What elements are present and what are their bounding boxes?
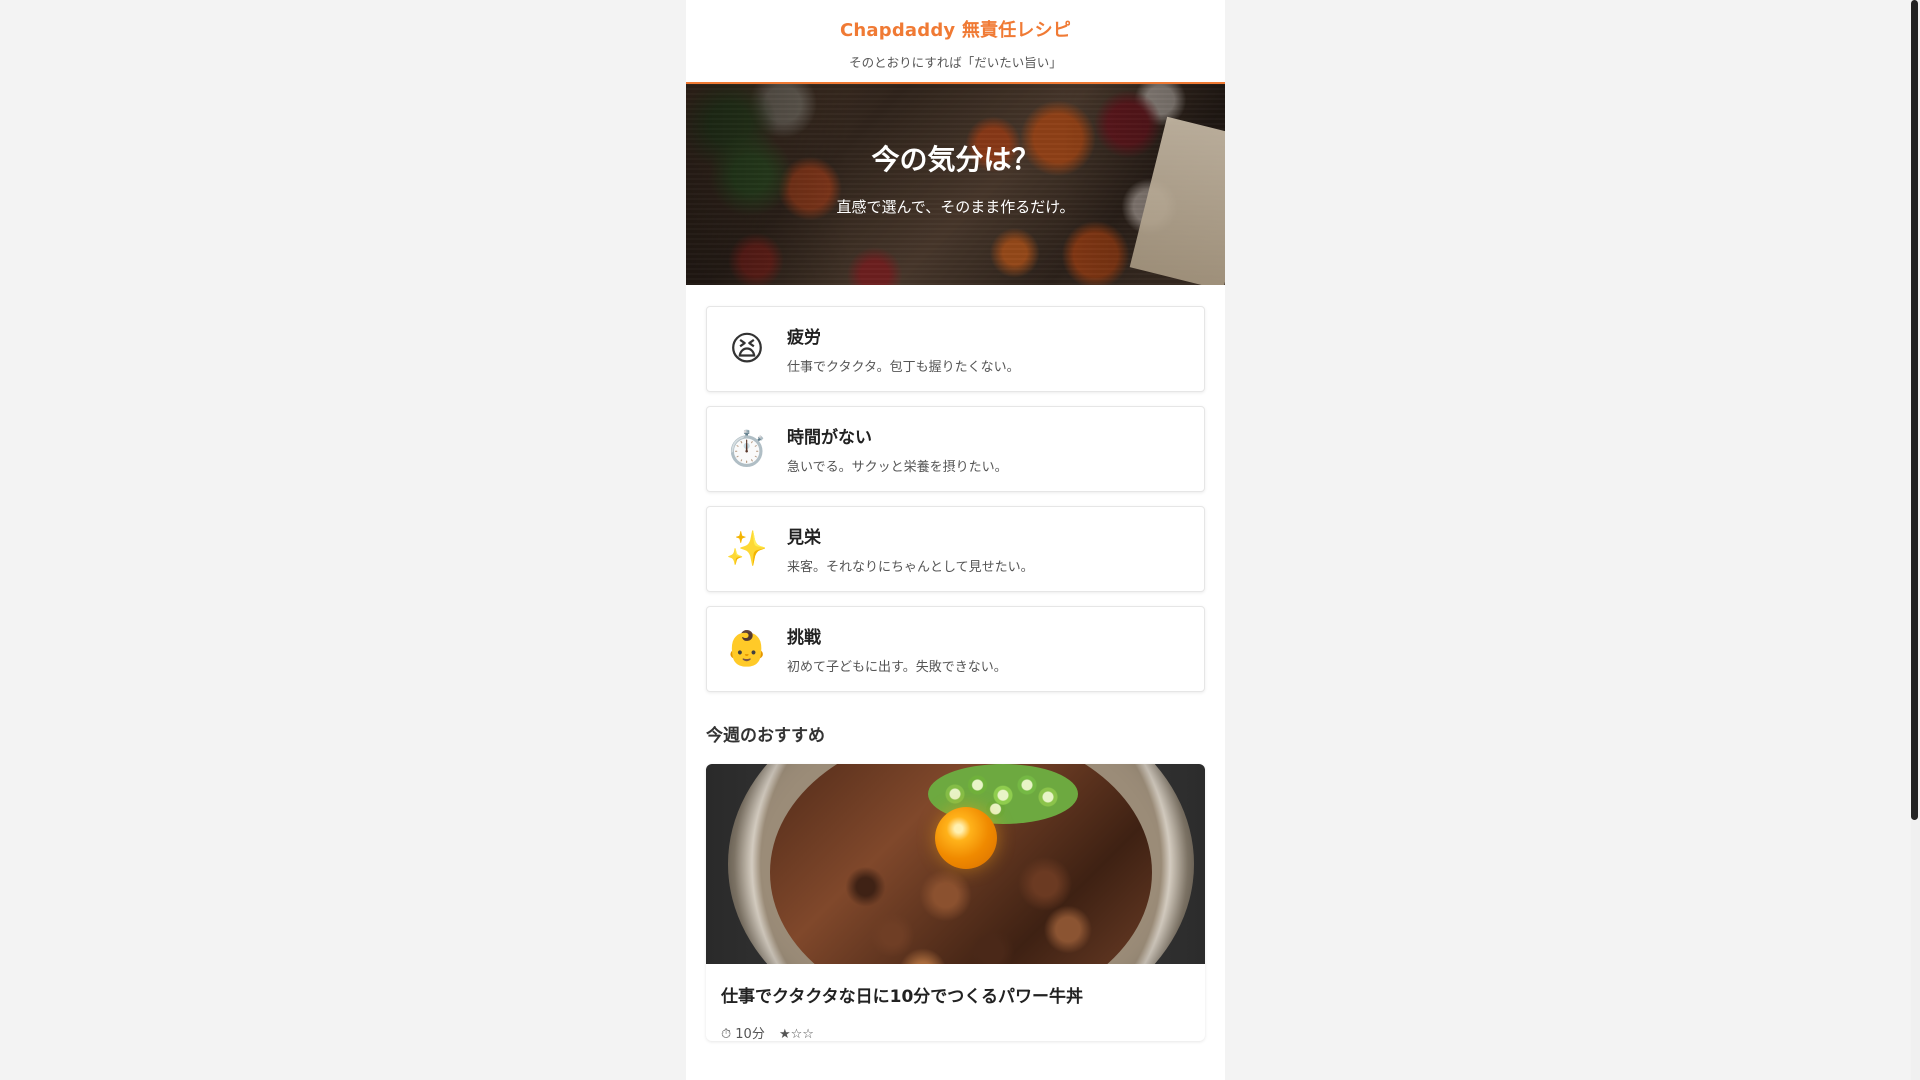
tired-face-icon: 😫 (729, 329, 765, 369)
mood-description: 初めて子どもに出す。失敗できない。 (787, 660, 1007, 675)
page-scrollbar[interactable] (1911, 0, 1920, 1080)
mood-card-show-off[interactable]: ✨ 見栄 来客。それなりにちゃんとして見せたい。 (706, 506, 1205, 592)
site-header: Chapdaddy 無責任レシピ そのとおりにすれば「だいたい旨い」 (686, 0, 1225, 84)
mood-title: 疲労 (787, 328, 821, 348)
scrollbar-thumb[interactable] (1911, 0, 1918, 820)
site-title[interactable]: Chapdaddy 無責任レシピ (686, 16, 1225, 42)
mood-title: 見栄 (787, 528, 821, 548)
hero-banner: 今の気分は？ 直感で選んで、そのまま作るだけ。 (686, 84, 1225, 285)
mood-card-challenge[interactable]: 👶 挑戦 初めて子どもに出す。失敗できない。 (706, 606, 1205, 692)
sparkles-icon: ✨ (725, 529, 769, 569)
mood-description: 仕事でクタクタ。包丁も握りたくない。 (787, 360, 1020, 375)
featured-recipe-card[interactable]: 仕事でクタクタな日に10分でつくるパワー牛丼 ⏱ 10分 ★☆☆ (706, 764, 1205, 1041)
recipe-page: Chapdaddy 無責任レシピ そのとおりにすれば「だいたい旨い」 今の気分は… (686, 0, 1225, 1080)
site-tagline: そのとおりにすれば「だいたい旨い」 (849, 55, 1062, 70)
baby-icon: 👶 (725, 629, 769, 669)
hero-content: 今の気分は？ 直感で選んで、そのまま作るだけ。 (686, 84, 1225, 217)
beef-bowl-image (706, 764, 1205, 964)
hero-subtitle: 直感で選んで、そのまま作るだけ。 (836, 198, 1075, 216)
mood-text: 疲労 仕事でクタクタ。包丁も握りたくない。 (787, 323, 1020, 375)
mood-text: 挑戦 初めて子どもに出す。失敗できない。 (787, 623, 1007, 675)
recipe-meta: ⏱ 10分 ★☆☆ (706, 1007, 1205, 1041)
egg-yolk (935, 807, 997, 869)
hero-title: 今の気分は？ (871, 143, 1040, 176)
mood-card-no-time[interactable]: ⏱️ 時間がない 急いでる。サクッと栄養を摂りたい。 (706, 406, 1205, 492)
mood-description: 来客。それなりにちゃんとして見せたい。 (787, 560, 1034, 575)
stopwatch-icon: ⏱️ (725, 429, 769, 469)
mood-text: 時間がない 急いでる。サクッと栄養を摂りたい。 (787, 423, 1008, 475)
mood-text: 見栄 来客。それなりにちゃんとして見せたい。 (787, 523, 1034, 575)
difficulty-stars: ★☆☆ (778, 1027, 814, 1041)
recommendations-section-title: 今週のおすすめ (706, 726, 825, 746)
featured-recipe-title: 仕事でクタクタな日に10分でつくるパワー牛丼 (721, 987, 1083, 1007)
mood-list: 😫 疲労 仕事でクタクタ。包丁も握りたくない。 ⏱️ 時間がない 急いでる。サク… (686, 285, 1225, 692)
mood-title: 挑戦 (787, 628, 821, 648)
cook-time: ⏱ 10分 (721, 1027, 765, 1041)
mood-description: 急いでる。サクッと栄養を摂りたい。 (787, 460, 1008, 475)
mood-card-tired[interactable]: 😫 疲労 仕事でクタクタ。包丁も握りたくない。 (706, 306, 1205, 392)
mood-title: 時間がない (787, 428, 872, 448)
